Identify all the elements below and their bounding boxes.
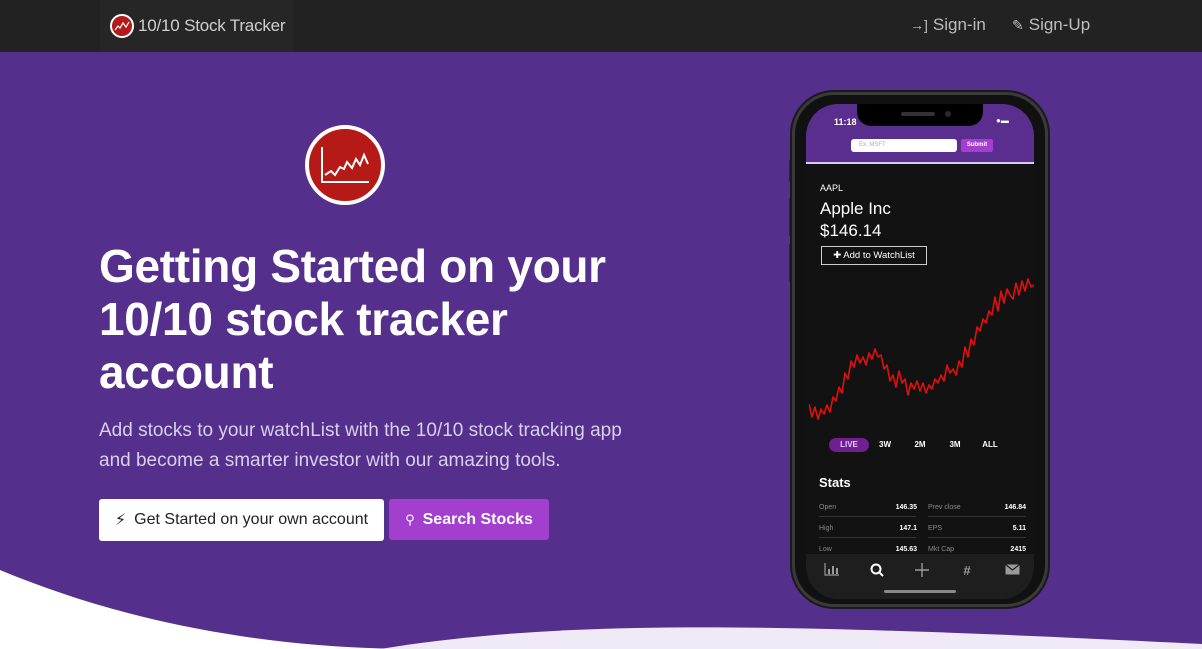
camera [945,111,951,117]
stat-divider [928,516,1026,517]
brand-logo-icon [110,14,134,38]
price-chart [809,278,1034,420]
phone-notch [857,104,983,126]
get-started-button[interactable]: ⚡︎ Get Started on your own account [99,499,384,541]
range-live[interactable]: LIVE [829,438,869,452]
speaker [901,112,935,116]
hero-subtitle-line2: and become a smarter investor with our a… [99,450,561,471]
stat-label-low: Low [819,546,832,553]
stat-divider [819,537,916,538]
stat-divider [928,537,1026,538]
stock-price: $146.14 [820,221,882,240]
get-started-label: Get Started on your own account [134,511,369,528]
hero-title-line1: Getting Started on your [99,240,606,292]
stat-value-eps: 5.11 [1012,525,1026,532]
brand-link[interactable]: 10/10 Stock Tracker [100,0,293,52]
search-icon[interactable] [866,563,888,580]
hash-icon[interactable]: # [956,563,978,578]
add-to-watchlist-label: Add to WatchList [843,250,915,261]
hero-title: Getting Started on your 10/10 stock trac… [99,240,699,399]
signup-link[interactable]: ✎ Sign-Up [1012,15,1090,35]
chart-icon[interactable] [821,563,843,579]
company-name: Apple Inc [820,199,891,218]
stat-value-open: 146.35 [895,504,917,511]
battery-icon: ●▬ [996,116,1009,125]
signin-icon: →] [910,17,928,33]
stat-value-high: 147.1 [899,525,917,532]
range-3m[interactable]: 3M [945,438,965,452]
stat-label-mkt-cap: Mkt Cap [928,546,955,553]
range-all[interactable]: ALL [979,438,1001,452]
stat-label-eps: EPS [928,525,943,532]
hero-logo-icon [305,125,385,205]
add-to-watchlist-button[interactable]: ✚ Add to WatchList [821,246,927,265]
phone-screen: 11:18 ●▬ Ex: MSFT Submit AAPL Apple Inc … [806,104,1034,599]
hero-subtitle: Add stocks to your watchList with the 10… [99,416,639,476]
top-navbar: 10/10 Stock Tracker →] Sign-in ✎ Sign-Up [0,0,1202,52]
ticker-symbol: AAPL [820,183,844,193]
signin-label: Sign-in [932,15,986,34]
stat-label-high: High [819,525,834,532]
stat-value-mkt-cap: 2415 [1010,546,1026,553]
stats-title: Stats [819,475,851,490]
search-icon: ⚲ [405,511,415,527]
home-indicator [884,590,956,593]
mail-icon[interactable] [1001,563,1023,578]
hero-subtitle-line1: Add stocks to your watchList with the 10… [99,420,622,441]
search-stocks-label: Search Stocks [422,510,533,528]
signin-link[interactable]: →] Sign-in [910,15,986,35]
hero-title-line2: 10/10 stock tracker [99,293,508,345]
stat-divider [819,516,916,517]
time-range-selector: LIVE 3W 2M 3M ALL [829,438,1029,452]
plus-icon: ✚ [833,250,844,261]
range-3w[interactable]: 3W [875,438,895,452]
range-2m[interactable]: 2M [910,438,930,452]
edit-icon: ✎ [1012,16,1024,33]
stat-value-prev-close: 146.84 [1004,504,1026,511]
stat-label-prev-close: Prev close [928,504,961,511]
search-stocks-button[interactable]: ⚲ Search Stocks [389,499,549,540]
phone-mockup: 11:18 ●▬ Ex: MSFT Submit AAPL Apple Inc … [792,92,1048,607]
signup-label: Sign-Up [1028,15,1091,34]
submit-button[interactable]: Submit [961,139,993,152]
ticker-search-input[interactable]: Ex: MSFT [851,139,957,152]
stat-value-low: 145.63 [895,546,917,553]
plus-icon[interactable] [911,563,933,580]
brand-name: 10/10 Stock Tracker [138,16,286,35]
status-time: 11:18 [834,117,857,127]
bolt-icon: ⚡︎ [114,512,127,529]
hero-title-line3: account [99,346,274,398]
stat-label-open: Open [819,504,837,511]
